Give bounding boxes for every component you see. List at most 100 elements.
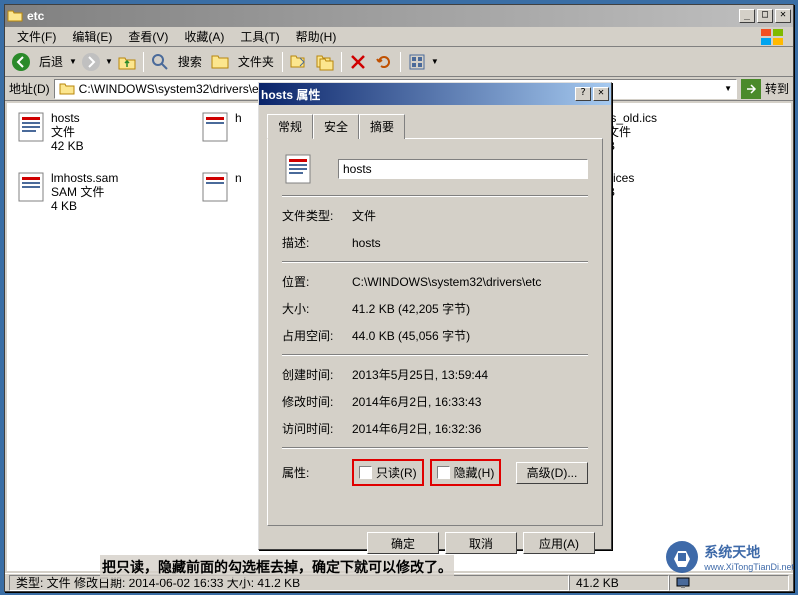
- menu-help[interactable]: 帮助(H): [288, 26, 345, 47]
- location-value: C:\WINDOWS\system32\drivers\etc: [352, 275, 588, 289]
- status-zone: [669, 575, 789, 591]
- advanced-button[interactable]: 高级(D)...: [516, 462, 588, 484]
- watermark-icon: [664, 539, 700, 575]
- file-type: 文件: [607, 125, 657, 139]
- accessed-label: 访问时间:: [282, 420, 352, 437]
- dropdown-icon[interactable]: ▼: [69, 57, 77, 66]
- file-item[interactable]: ts_old.ics 文件 B: [607, 111, 777, 153]
- file-type: SAM 文件: [51, 185, 118, 199]
- menu-tools[interactable]: 工具(T): [232, 26, 287, 47]
- modified-value: 2014年6月2日, 16:33:43: [352, 393, 588, 410]
- toolbar: 后退 ▼ ▼ 搜索 文件夹 ▼: [5, 47, 793, 77]
- forward-button[interactable]: [79, 50, 103, 74]
- back-label: 后退: [35, 53, 67, 70]
- views-button[interactable]: [405, 50, 429, 74]
- file-type: 文件: [51, 125, 84, 139]
- file-name: lmhosts.sam: [51, 171, 118, 185]
- size-value: 41.2 KB (42,205 字节): [352, 300, 588, 317]
- address-path: C:\WINDOWS\system32\drivers\etc: [79, 82, 268, 96]
- hidden-label: 隐藏(H): [454, 464, 495, 481]
- dropdown-icon[interactable]: ▼: [724, 84, 732, 93]
- search-label: 搜索: [174, 53, 206, 70]
- close-button[interactable]: ✕: [775, 9, 791, 23]
- checkbox-icon: [437, 466, 450, 479]
- file-size: B: [607, 139, 657, 153]
- filetype-value: 文件: [352, 207, 588, 224]
- copy-to-button[interactable]: [313, 50, 337, 74]
- watermark-title: 系统天地: [704, 542, 794, 562]
- dropdown-icon[interactable]: ▼: [431, 57, 439, 66]
- size-label: 大小:: [282, 300, 352, 317]
- cancel-button[interactable]: 取消: [445, 532, 517, 554]
- file-icon: [15, 111, 47, 143]
- modified-label: 修改时间:: [282, 393, 352, 410]
- dropdown-icon[interactable]: ▼: [105, 57, 113, 66]
- tab-panel-general: 文件类型:文件 描述:hosts 位置:C:\WINDOWS\system32\…: [267, 138, 603, 526]
- readonly-label: 只读(R): [376, 464, 417, 481]
- file-name: n: [235, 171, 242, 185]
- up-button[interactable]: [115, 50, 139, 74]
- go-label: 转到: [765, 80, 789, 97]
- annotation-text: 把只读，隐藏前面的勾选框去掉，确定下就可以修改了。: [100, 555, 454, 579]
- help-button[interactable]: ?: [575, 87, 591, 101]
- filename-input[interactable]: [338, 159, 588, 179]
- readonly-checkbox[interactable]: 只读(R): [355, 462, 421, 483]
- watermark: 系统天地 www.XiTongTianDi.net: [664, 539, 794, 575]
- dialog-buttons: 确定 取消 应用(A): [267, 526, 603, 554]
- back-button[interactable]: [9, 50, 33, 74]
- explorer-titlebar[interactable]: etc _ □ ✕: [5, 5, 793, 27]
- menu-favorites[interactable]: 收藏(A): [176, 26, 232, 47]
- go-button[interactable]: [741, 79, 761, 99]
- file-name: hosts: [51, 111, 84, 125]
- apply-button[interactable]: 应用(A): [523, 532, 595, 554]
- created-value: 2013年5月25日, 13:59:44: [352, 366, 588, 383]
- created-label: 创建时间:: [282, 366, 352, 383]
- folders-button[interactable]: [208, 50, 232, 74]
- file-item[interactable]: hosts 文件 42 KB: [15, 111, 185, 153]
- close-button[interactable]: ✕: [593, 87, 609, 101]
- file-name: h: [235, 111, 242, 125]
- accessed-value: 2014年6月2日, 16:32:36: [352, 420, 588, 437]
- windows-flag-icon: [761, 29, 785, 45]
- undo-button[interactable]: [372, 50, 396, 74]
- window-title: etc: [27, 9, 739, 23]
- properties-dialog: hosts 属性 ? ✕ 常规 安全 摘要 文件类型:文件 描述:hosts 位…: [258, 82, 612, 550]
- folder-icon: [7, 8, 23, 24]
- ondisk-value: 44.0 KB (45,056 字节): [352, 327, 588, 344]
- menu-edit[interactable]: 编辑(E): [64, 26, 120, 47]
- file-size: 4 KB: [51, 199, 118, 213]
- delete-button[interactable]: [346, 50, 370, 74]
- file-name: ts_old.ics: [607, 111, 657, 125]
- tab-general[interactable]: 常规: [267, 114, 313, 139]
- file-icon: [282, 153, 314, 185]
- dialog-title: hosts 属性: [261, 86, 575, 103]
- tab-strip: 常规 安全 摘要: [267, 114, 603, 139]
- menu-file[interactable]: 文件(F): [9, 26, 64, 47]
- computer-icon: [676, 576, 690, 590]
- file-icon: [199, 111, 231, 143]
- search-button[interactable]: [148, 50, 172, 74]
- tab-security[interactable]: 安全: [313, 114, 359, 139]
- minimize-button[interactable]: _: [739, 9, 755, 23]
- ondisk-label: 占用空间:: [282, 327, 352, 344]
- move-to-button[interactable]: [287, 50, 311, 74]
- file-item[interactable]: vices B: [607, 171, 777, 199]
- status-size: 41.2 KB: [569, 575, 669, 591]
- folders-label: 文件夹: [234, 53, 278, 70]
- readonly-highlight: 只读(R): [352, 459, 424, 486]
- maximize-button[interactable]: □: [757, 9, 773, 23]
- file-item[interactable]: lmhosts.sam SAM 文件 4 KB: [15, 171, 185, 213]
- tab-summary[interactable]: 摘要: [359, 114, 405, 139]
- folder-icon: [59, 81, 75, 97]
- menu-view[interactable]: 查看(V): [120, 26, 176, 47]
- location-label: 位置:: [282, 273, 352, 290]
- hidden-checkbox[interactable]: 隐藏(H): [433, 462, 499, 483]
- file-icon: [15, 171, 47, 203]
- hidden-highlight: 隐藏(H): [430, 459, 502, 486]
- address-label: 地址(D): [9, 80, 50, 97]
- ok-button[interactable]: 确定: [367, 532, 439, 554]
- menubar: 文件(F) 编辑(E) 查看(V) 收藏(A) 工具(T) 帮助(H): [5, 27, 793, 47]
- attrs-label: 属性:: [282, 464, 352, 481]
- dialog-titlebar[interactable]: hosts 属性 ? ✕: [259, 83, 611, 105]
- file-size: 42 KB: [51, 139, 84, 153]
